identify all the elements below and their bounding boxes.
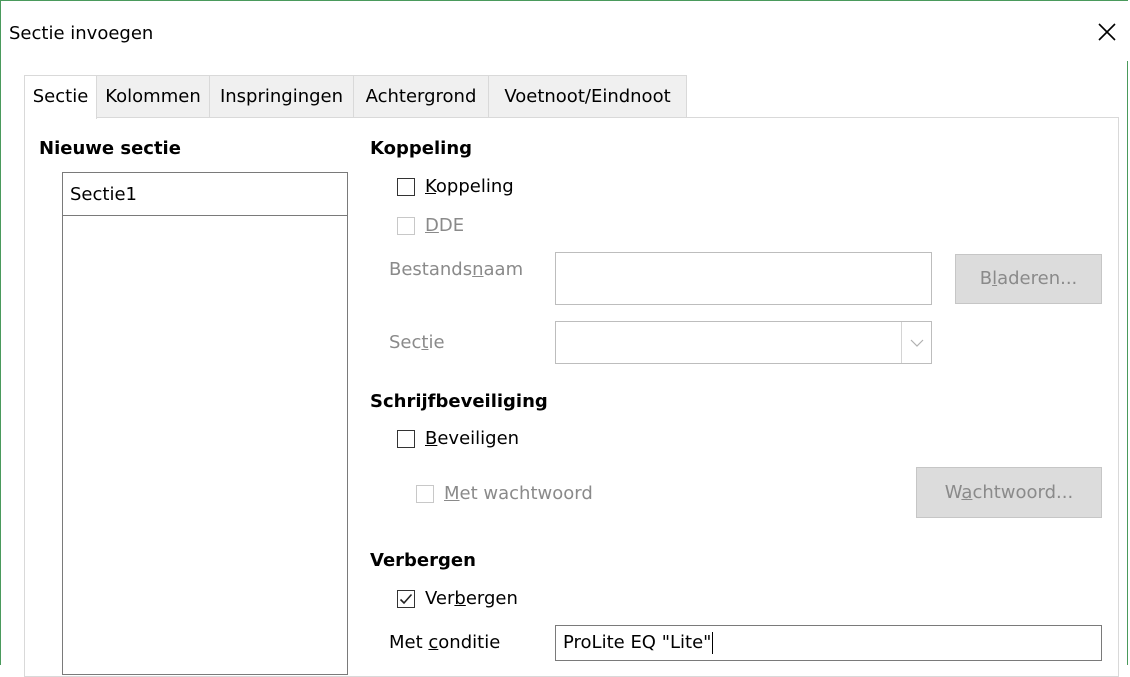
filename-label: Bestandsnaam — [389, 259, 524, 280]
checkmark-icon — [399, 593, 413, 605]
password-button[interactable]: Wachtwoord... — [916, 467, 1102, 518]
dde-checkbox[interactable] — [397, 217, 415, 235]
section-label: Sectie — [389, 332, 445, 353]
chevron-down-icon — [901, 322, 931, 363]
link-checkbox[interactable] — [397, 178, 415, 196]
hide-checkbox-label: Verbergen — [425, 588, 518, 609]
tab-label: Voetnoot/Eindnoot — [504, 86, 671, 107]
dialog-window: Sectie invoegen Sectie Kolommen Inspring… — [0, 0, 1129, 677]
tab-sectie[interactable]: Sectie — [24, 75, 97, 119]
protect-checkbox-label: Beveiligen — [425, 428, 520, 449]
section-list[interactable] — [62, 215, 348, 675]
hide-checkbox[interactable] — [397, 590, 415, 608]
protect-checkbox[interactable] — [397, 430, 415, 448]
tab-label: Kolommen — [105, 86, 201, 107]
tab-voetnoot-eindnoot[interactable]: Voetnoot/Eindnoot — [488, 75, 687, 118]
condition-input[interactable]: ProLite EQ "Lite" — [555, 625, 1102, 661]
title-bar: Sectie invoegen — [1, 1, 1129, 61]
link-heading: Koppeling — [370, 138, 473, 159]
password-checkbox-label: Met wachtwoord — [444, 483, 593, 504]
dde-checkbox-label: DDE — [425, 215, 465, 236]
browse-button[interactable]: Bladeren... — [955, 254, 1102, 304]
new-section-heading: Nieuwe sectie — [39, 138, 181, 159]
password-checkbox[interactable] — [416, 485, 434, 503]
tab-label: Inspringingen — [219, 86, 344, 107]
section-name-input[interactable]: Sectie1 — [62, 172, 348, 215]
tab-inspringingen[interactable]: Inspringingen — [209, 75, 354, 118]
filename-field[interactable] — [555, 252, 932, 305]
hide-heading: Verbergen — [370, 550, 476, 571]
condition-label: Met conditie — [389, 632, 501, 653]
write-protection-heading: Schrijfbeveiliging — [370, 391, 548, 412]
tab-kolommen[interactable]: Kolommen — [96, 75, 210, 118]
text-caret — [712, 632, 714, 654]
tab-achtergrond[interactable]: Achtergrond — [353, 75, 489, 118]
link-checkbox-label: Koppeling — [425, 176, 514, 197]
tab-label: Sectie — [32, 86, 89, 107]
tab-label: Achtergrond — [365, 86, 477, 107]
close-icon[interactable] — [1094, 19, 1120, 45]
dialog-title: Sectie invoegen — [9, 23, 154, 44]
section-dropdown[interactable] — [555, 321, 932, 364]
condition-value: ProLite EQ "Lite" — [563, 632, 712, 653]
